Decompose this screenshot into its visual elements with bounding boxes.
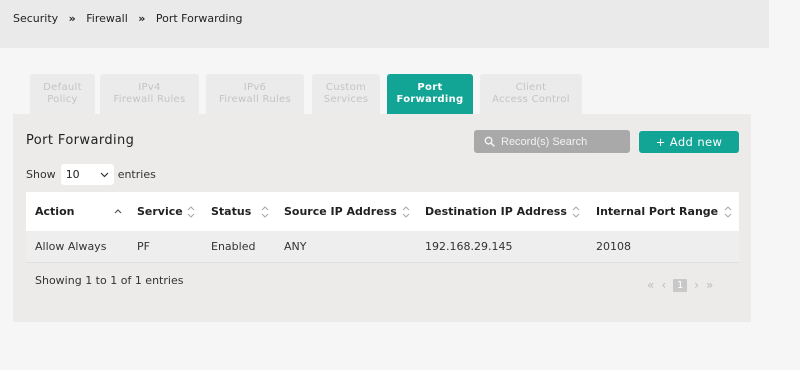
sort-icon[interactable] (187, 192, 195, 231)
tab-client-access-control[interactable]: Client Access Control (480, 74, 582, 114)
cell-internal-port-range: 20108 (596, 240, 631, 253)
cell-source-ip: ANY (284, 240, 307, 253)
tab-label-line1: Port (417, 82, 443, 93)
add-new-button[interactable]: + Add new (639, 131, 739, 153)
tab-default-policy[interactable]: Default Policy (30, 74, 95, 114)
table-header: Action Service Status Source IP Address … (26, 192, 739, 231)
tab-ipv4-firewall-rules[interactable]: IPv4 Firewall Rules (100, 74, 199, 114)
last-page-icon[interactable]: » (706, 278, 713, 292)
breadcrumb-port-forwarding: Port Forwarding (155, 12, 243, 25)
cell-service: PF (137, 240, 150, 253)
sort-icon[interactable] (724, 192, 732, 231)
tab-label-line2: Firewall Rules (113, 94, 186, 105)
next-page-icon[interactable]: › (694, 278, 699, 292)
tab-label-line1: Client (515, 82, 547, 93)
column-header-status[interactable]: Status (211, 192, 251, 231)
sort-icon[interactable] (261, 192, 269, 231)
panel-title: Port Forwarding (26, 133, 135, 148)
entries-label: entries (117, 168, 156, 181)
sort-icon[interactable] (572, 192, 580, 231)
column-header-service[interactable]: Service (137, 192, 183, 231)
breadcrumb: Security » Firewall » Port Forwarding (13, 12, 242, 25)
record-search[interactable] (474, 130, 630, 153)
column-header-action[interactable]: Action (35, 192, 74, 231)
show-label: Show (26, 168, 56, 181)
cell-action: Allow Always (35, 240, 107, 253)
entries-select-value: 10 (65, 168, 80, 181)
breadcrumb-security[interactable]: Security (13, 12, 58, 25)
column-header-internal-port-range[interactable]: Internal Port Range (596, 192, 718, 231)
cell-destination-ip: 192.168.29.145 (425, 240, 513, 253)
pagination: « ‹ 1 › » (647, 278, 713, 292)
table-info: Showing 1 to 1 of 1 entries (35, 274, 184, 287)
tab-custom-services[interactable]: Custom Services (312, 74, 380, 114)
tab-label-line2: Forwarding (396, 94, 464, 105)
breadcrumb-separator: » (68, 12, 76, 25)
tab-label-line2: Services (323, 94, 369, 105)
chevron-down-icon (100, 172, 109, 177)
entries-length-control: Show 10 entries (26, 164, 156, 185)
tab-label-line2: Policy (47, 94, 78, 105)
content-panel: Port Forwarding + Add new Show 10 entrie… (13, 114, 751, 322)
tab-label-line1: Default (43, 82, 82, 93)
breadcrumb-firewall[interactable]: Firewall (86, 12, 127, 25)
tab-port-forwarding[interactable]: Port Forwarding (387, 74, 473, 114)
column-header-source-ip[interactable]: Source IP Address (284, 192, 397, 231)
header-bar: Security » Firewall » Port Forwarding (0, 0, 769, 48)
breadcrumb-separator: » (138, 12, 146, 25)
tab-ipv6-firewall-rules[interactable]: IPv6 Firewall Rules (206, 74, 304, 114)
first-page-icon[interactable]: « (647, 278, 654, 292)
column-header-destination-ip[interactable]: Destination IP Address (425, 192, 567, 231)
search-icon (484, 136, 495, 147)
previous-page-icon[interactable]: ‹ (661, 278, 666, 292)
tab-label-line1: IPv6 (243, 82, 267, 93)
tab-label-line1: IPv4 (138, 82, 161, 93)
page-button[interactable]: 1 (673, 278, 688, 292)
table-row[interactable]: Allow Always PF Enabled ANY 192.168.29.1… (26, 231, 739, 263)
port-forwarding-table: Action Service Status Source IP Address … (26, 192, 739, 263)
sort-icon[interactable] (402, 192, 410, 231)
search-input[interactable] (501, 135, 621, 148)
tab-label-line1: Custom (325, 82, 367, 93)
cell-status: Enabled (211, 240, 256, 253)
tab-label-line2: Access Control (492, 94, 570, 105)
sort-asc-icon[interactable] (114, 192, 122, 231)
entries-select[interactable]: 10 (60, 164, 114, 185)
tab-label-line2: Firewall Rules (218, 94, 292, 105)
